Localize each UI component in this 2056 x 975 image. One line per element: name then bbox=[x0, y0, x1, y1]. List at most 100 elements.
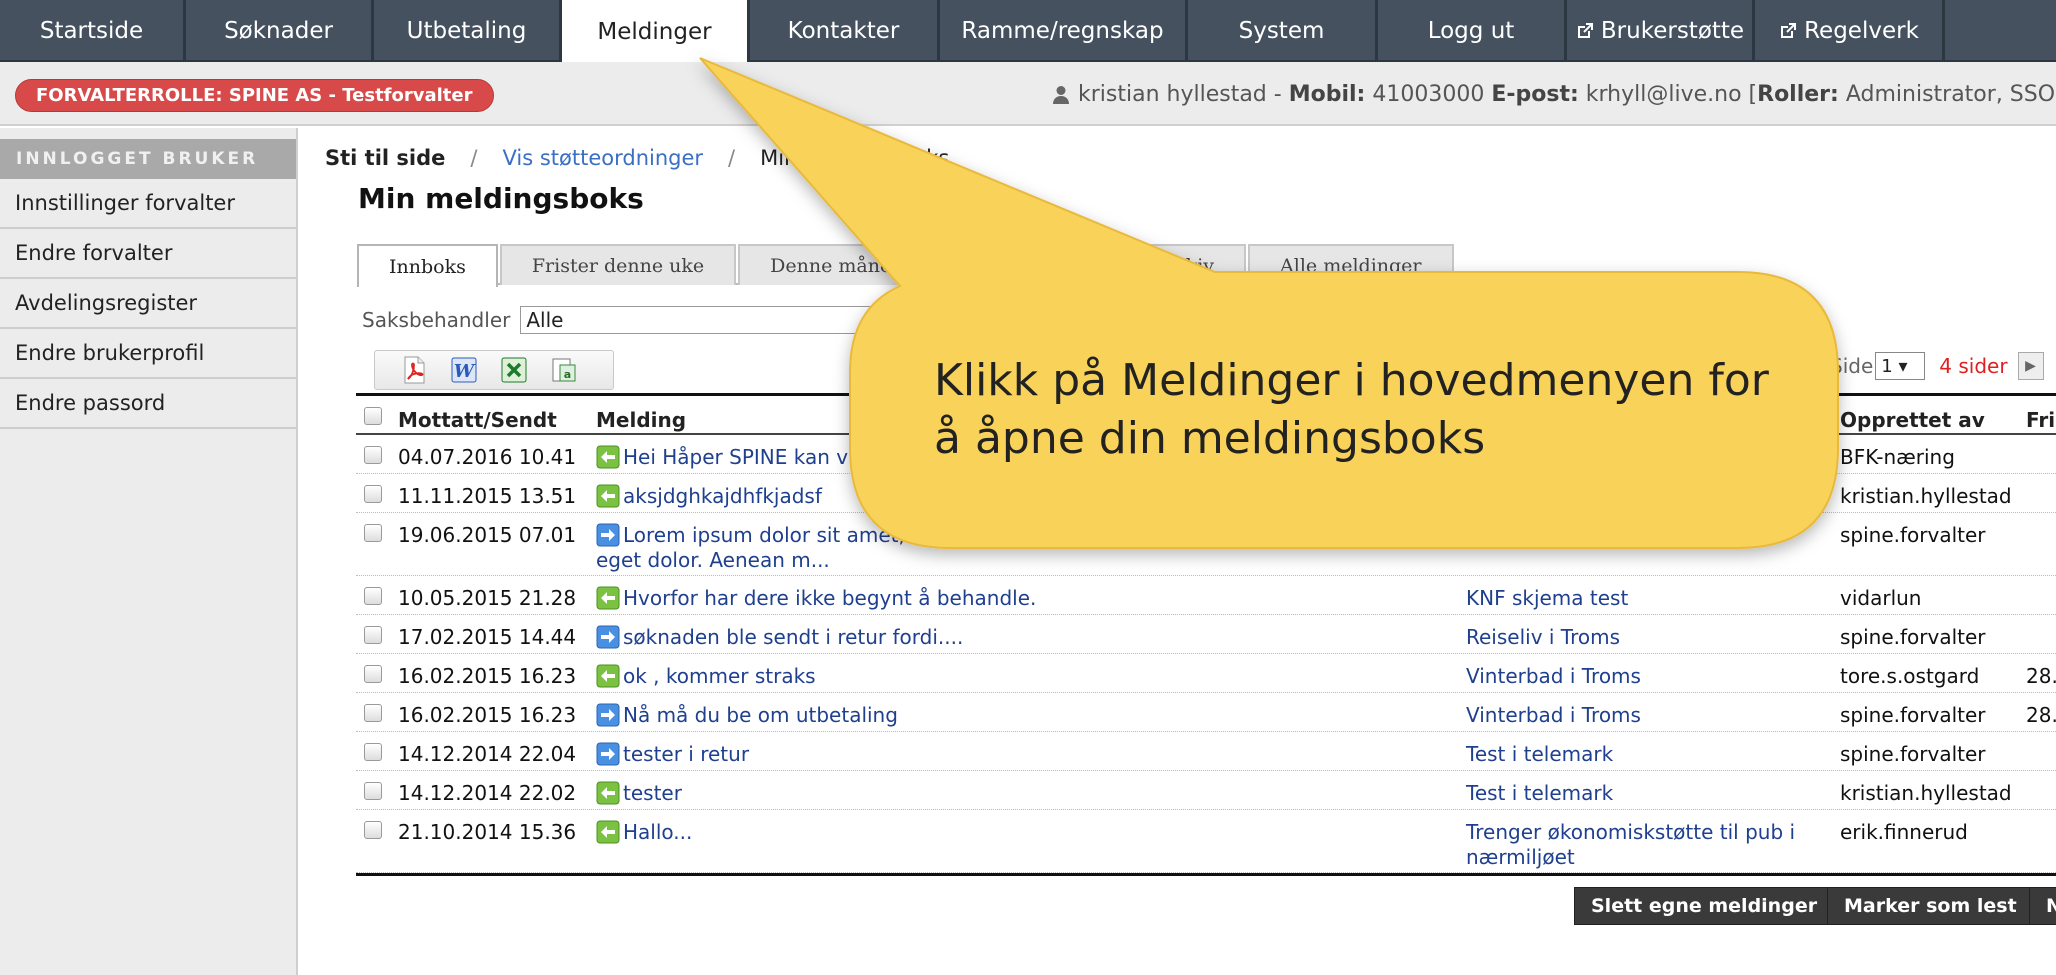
nav-ramme-regnskap[interactable]: Ramme/regnskap bbox=[940, 0, 1188, 62]
row-created-by: spine.forvalter bbox=[1840, 703, 1986, 727]
next-page-button[interactable]: ▶ bbox=[2017, 352, 2044, 380]
row-application-link[interactable]: Test i telemark bbox=[1466, 742, 1613, 767]
row-checkbox[interactable] bbox=[364, 704, 382, 722]
external-link-icon bbox=[1575, 21, 1595, 41]
row-checkbox[interactable] bbox=[364, 782, 382, 800]
tab-denne-maned[interactable]: Denne måned bbox=[738, 244, 936, 285]
pdf-icon[interactable] bbox=[399, 355, 429, 385]
incoming-arrow-icon bbox=[596, 820, 620, 844]
role-badge[interactable]: FORVALTERROLLE: SPINE AS - Testforvalter bbox=[15, 79, 494, 112]
incoming-arrow-icon bbox=[596, 664, 620, 688]
row-application-line: nærmiljøet bbox=[1466, 845, 1575, 869]
sidebar-item-endre-brukerprofil[interactable]: Endre brukerprofil bbox=[0, 329, 296, 379]
breadcrumb-link[interactable]: Vis støtteordninger bbox=[502, 146, 703, 170]
row-date: 19.06.2015 07.01 bbox=[398, 523, 577, 547]
row-application-link[interactable]: Vinterbad i Troms bbox=[1466, 664, 1641, 689]
table-row[interactable]: 14.12.2014 22.02 tester Test i telemark kri… bbox=[356, 771, 2056, 810]
breadcrumb-label: Sti til side bbox=[325, 146, 446, 170]
row-application-link[interactable]: Reiseliv i Troms bbox=[1466, 625, 1620, 650]
excel-icon[interactable] bbox=[499, 355, 529, 385]
table-row[interactable]: 11.11.2015 13.51 aksjdghkajdhfkjadsf krist… bbox=[356, 474, 2056, 513]
sidebar-item-endre-forvalter[interactable]: Endre forvalter bbox=[0, 229, 296, 279]
nav-startside[interactable]: Startside bbox=[0, 0, 186, 62]
row-application-link[interactable]: Test i telemark bbox=[1466, 781, 1613, 806]
select-all-checkbox[interactable] bbox=[364, 407, 382, 425]
row-application-link[interactable]: Vinterbad i Troms bbox=[1466, 703, 1641, 728]
row-message-link[interactable]: aksjdghkajdhfkjadsf bbox=[596, 484, 822, 509]
row-date: 10.05.2015 21.28 bbox=[398, 586, 577, 610]
nav-meldinger[interactable]: Meldinger bbox=[562, 0, 750, 64]
table-row[interactable]: 14.12.2014 22.04 tester i retur Test i tel… bbox=[356, 732, 2056, 771]
sidebar-item-label: Endre passord bbox=[15, 391, 166, 415]
table-row[interactable]: 19.06.2015 07.01 Lorem ipsum dolor sit am… bbox=[356, 513, 2056, 576]
nav-soknader[interactable]: Søknader bbox=[186, 0, 374, 62]
row-message-link[interactable]: Lorem ipsum dolor sit amet, c eget dolor.… bbox=[596, 523, 922, 573]
nav-brukerstotte[interactable]: Brukerstøtte bbox=[1567, 0, 1755, 62]
message-tabs: Innboks Frister denne uke Denne måned Ne… bbox=[357, 244, 1456, 287]
row-message-text: søknaden ble sendt i retur fordi.... bbox=[623, 625, 963, 650]
incoming-arrow-icon bbox=[596, 586, 620, 610]
table-row[interactable]: 16.02.2015 16.23 ok , kommer straks Vinter… bbox=[356, 654, 2056, 693]
row-checkbox[interactable] bbox=[364, 821, 382, 839]
breadcrumb: Sti til side / Vis støtteordninger / Min… bbox=[325, 146, 949, 170]
outgoing-arrow-icon bbox=[596, 742, 620, 766]
header-created-by[interactable]: Opprettet av bbox=[1840, 408, 1985, 432]
word-icon[interactable]: W bbox=[449, 355, 479, 385]
row-checkbox[interactable] bbox=[364, 446, 382, 464]
tab-frister-denne-uke[interactable]: Frister denne uke bbox=[499, 244, 737, 285]
tab-innboks[interactable]: Innboks bbox=[357, 244, 498, 287]
row-message-link[interactable]: tester bbox=[596, 781, 682, 806]
saksbehandler-select[interactable]: Alle bbox=[520, 306, 1221, 334]
row-checkbox[interactable] bbox=[364, 524, 382, 542]
row-message-line: aksjdghkajdhfkjadsf bbox=[623, 484, 822, 508]
row-checkbox[interactable] bbox=[364, 665, 382, 683]
nav-regelverk[interactable]: Regelverk bbox=[1755, 0, 1945, 62]
more-action-button[interactable]: N bbox=[2029, 887, 2056, 925]
nav-label: Kontakter bbox=[787, 18, 900, 44]
row-created-by: spine.forvalter bbox=[1840, 742, 1986, 766]
row-message-text: tester bbox=[623, 781, 682, 806]
nav-kontakter[interactable]: Kontakter bbox=[750, 0, 940, 62]
nav-label: Utbetaling bbox=[406, 18, 527, 44]
row-message-link[interactable]: Hei Håper SPINE kan v bbox=[596, 445, 848, 470]
filter-row: Saksbehandler Alle bbox=[362, 306, 1221, 334]
row-message-link[interactable]: tester i retur bbox=[596, 742, 749, 767]
table-row[interactable]: 21.10.2014 15.36 Hallo... Trenger økonomis… bbox=[356, 810, 2056, 873]
row-checkbox[interactable] bbox=[364, 485, 382, 503]
table-row[interactable]: 16.02.2015 16.23 Nå må du be om utbetalin… bbox=[356, 693, 2056, 732]
row-message-link[interactable]: Hvorfor har dere ikke begynt å behandle. bbox=[596, 586, 1036, 611]
tab-alle-meldinger[interactable]: Alle meldinger bbox=[1248, 244, 1454, 285]
row-message-link[interactable]: Hallo... bbox=[596, 820, 692, 845]
row-application-link[interactable]: KNF skjema test bbox=[1466, 586, 1628, 611]
row-created-by: tore.s.ostgard bbox=[1840, 664, 1980, 688]
row-message-link[interactable]: ok , kommer straks bbox=[596, 664, 816, 689]
tab-neste-maned[interactable]: Neste måned bbox=[937, 244, 1129, 285]
export-icon[interactable]: a bbox=[549, 355, 579, 385]
sidebar-item-avdelingsregister[interactable]: Avdelingsregister bbox=[0, 279, 296, 329]
nav-utbetaling[interactable]: Utbetaling bbox=[374, 0, 562, 62]
row-application-link[interactable]: Trenger økonomiskstøtte til pub i nærmilj… bbox=[1466, 820, 1795, 870]
row-checkbox[interactable] bbox=[364, 587, 382, 605]
row-application-line: Test i telemark bbox=[1466, 742, 1614, 766]
row-message-link[interactable]: Nå må du be om utbetaling bbox=[596, 703, 898, 728]
row-message-line: Hallo... bbox=[623, 820, 693, 844]
table-row[interactable]: 10.05.2015 21.28 Hvorfor har dere ikke be… bbox=[356, 576, 2056, 615]
row-date: 14.12.2014 22.02 bbox=[398, 781, 577, 805]
nav-system[interactable]: System bbox=[1188, 0, 1378, 62]
row-checkbox[interactable] bbox=[364, 743, 382, 761]
row-message-link[interactable]: søknaden ble sendt i retur fordi.... bbox=[596, 625, 963, 650]
tab-arkiv[interactable]: Arkiv bbox=[1130, 244, 1247, 285]
nav-logg-ut[interactable]: Logg ut bbox=[1378, 0, 1567, 62]
export-toolbar: W a bbox=[374, 350, 614, 390]
mark-as-read-button[interactable]: Marker som lest bbox=[1827, 887, 2034, 925]
header-date[interactable]: Mottatt/Sendt bbox=[398, 408, 557, 432]
delete-own-messages-button[interactable]: Slett egne meldinger bbox=[1574, 887, 1835, 925]
header-deadline[interactable]: Fri bbox=[2026, 408, 2055, 432]
header-message[interactable]: Melding bbox=[596, 408, 686, 432]
page-select[interactable]: 1 ▾ bbox=[1875, 352, 1926, 380]
sidebar-item-innstillinger-forvalter[interactable]: Innstillinger forvalter bbox=[0, 179, 296, 229]
sidebar-item-endre-passord[interactable]: Endre passord bbox=[0, 379, 296, 429]
table-row[interactable]: 17.02.2015 14.44 søknaden ble sendt i ret… bbox=[356, 615, 2056, 654]
role-bar: FORVALTERROLLE: SPINE AS - Testforvalter… bbox=[0, 62, 2056, 126]
row-checkbox[interactable] bbox=[364, 626, 382, 644]
